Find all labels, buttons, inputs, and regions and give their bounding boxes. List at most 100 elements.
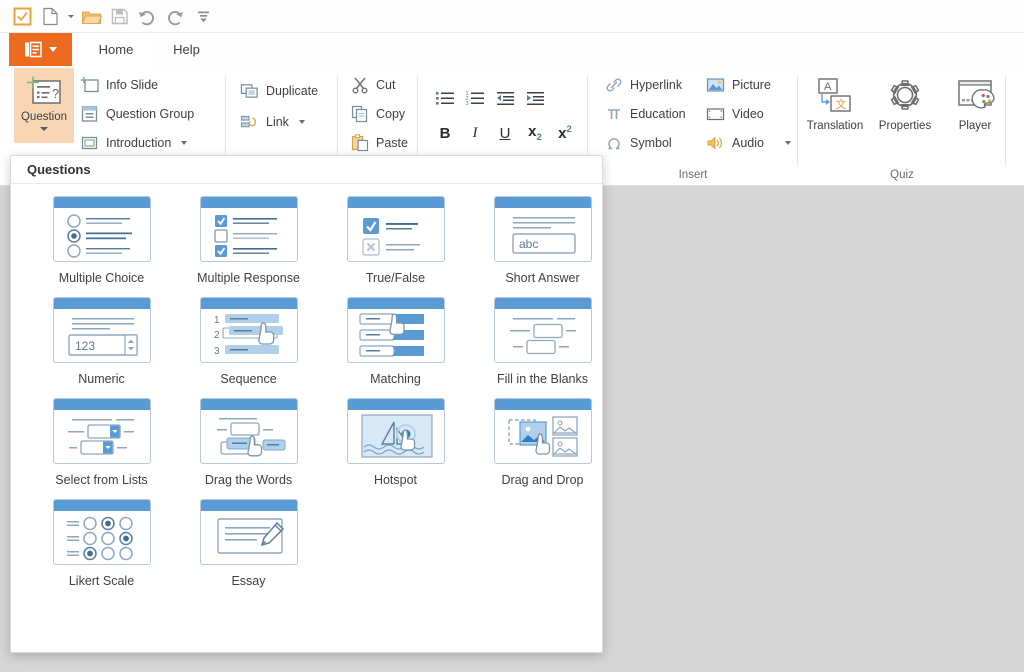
- new-document-dropdown-caret[interactable]: [65, 3, 76, 29]
- link-menu-item[interactable]: Link: [240, 109, 305, 135]
- italic-button[interactable]: I: [460, 119, 490, 147]
- decrease-indent-icon[interactable]: [490, 84, 520, 112]
- quiz-group-title: Quiz: [798, 169, 1006, 181]
- hyperlink-menu-item[interactable]: Hyperlink: [604, 72, 682, 98]
- question-type-essay[interactable]: Essay: [175, 499, 322, 588]
- copy-menu-item[interactable]: Copy: [350, 101, 405, 127]
- question-type-label: Hotspot: [374, 473, 417, 487]
- audio-icon: [706, 134, 725, 153]
- question-button-label: Question: [21, 111, 67, 123]
- quick-access-toolbar: [0, 0, 1024, 33]
- increase-indent-icon[interactable]: [520, 84, 550, 112]
- ribbon-group-insert: Hyperlink Education Symbol: [588, 66, 798, 186]
- questions-flyout-header: Questions: [11, 156, 602, 184]
- numeric-field-text: 123: [75, 339, 95, 353]
- question-type-short-answer[interactable]: abc Short Answer: [469, 196, 616, 285]
- checkbox-app-icon[interactable]: [9, 3, 35, 29]
- question-type-drag-the-words[interactable]: Drag the Words: [175, 398, 322, 487]
- questions-flyout-title: Questions: [27, 162, 91, 177]
- svg-text:文: 文: [836, 97, 847, 111]
- copy-label: Copy: [376, 107, 405, 121]
- numeric-thumb: 123: [53, 297, 151, 363]
- info-slide-menu-item[interactable]: Info Slide: [80, 72, 158, 98]
- subscript-digit: 2: [537, 132, 542, 143]
- select-from-lists-thumb: [53, 398, 151, 464]
- drag-and-drop-thumb: [494, 398, 592, 464]
- hotspot-thumb: [347, 398, 445, 464]
- group-separator: [1005, 76, 1006, 166]
- introduction-caret-icon: [181, 141, 187, 145]
- open-folder-icon[interactable]: [78, 3, 104, 29]
- link-label: Link: [266, 115, 289, 129]
- question-type-select-from-lists[interactable]: Select from Lists: [28, 398, 175, 487]
- cut-menu-item[interactable]: Cut: [350, 72, 395, 98]
- redo-icon[interactable]: [162, 3, 188, 29]
- symbol-menu-item[interactable]: Symbol: [604, 130, 672, 156]
- question-type-label: Fill in the Blanks: [497, 372, 588, 386]
- question-type-numeric[interactable]: 123 Numeric: [28, 297, 175, 386]
- player-label: Player: [959, 120, 992, 132]
- likert-scale-thumb: [53, 499, 151, 565]
- question-type-drag-and-drop[interactable]: Drag and Drop: [469, 398, 616, 487]
- question-type-likert-scale[interactable]: Likert Scale: [28, 499, 175, 588]
- question-group-menu-item[interactable]: Question Group: [80, 101, 194, 127]
- bulleted-list-icon[interactable]: [430, 84, 460, 112]
- underline-button[interactable]: U: [490, 119, 520, 147]
- copy-icon: [350, 105, 369, 124]
- properties-button[interactable]: Properties: [874, 76, 936, 132]
- new-document-icon[interactable]: [37, 3, 63, 29]
- picture-menu-item[interactable]: Picture: [706, 72, 771, 98]
- question-type-true-false[interactable]: True/False: [322, 196, 469, 285]
- question-type-multiple-response[interactable]: Multiple Response: [175, 196, 322, 285]
- question-type-matching[interactable]: Matching: [322, 297, 469, 386]
- text-format-row: B I U x2 x2: [430, 119, 580, 147]
- ribbon-group-quiz: A 文 Translation: [798, 66, 1006, 186]
- question-button-caret-icon: [40, 127, 48, 131]
- question-type-label: Likert Scale: [69, 574, 134, 588]
- education-menu-item[interactable]: Education: [604, 101, 686, 127]
- question-type-sequence[interactable]: 1 2 3 Sequence: [175, 297, 322, 386]
- file-menu-caret-icon: [49, 47, 57, 52]
- info-slide-icon: [80, 76, 99, 95]
- question-type-fill-in-the-blanks[interactable]: Fill in the Blanks: [469, 297, 616, 386]
- link-icon: [240, 113, 259, 132]
- question-type-label: Multiple Choice: [59, 271, 144, 285]
- education-label: Education: [630, 107, 686, 121]
- file-menu-button[interactable]: [9, 33, 72, 66]
- question-type-label: Essay: [231, 574, 265, 588]
- bold-button[interactable]: B: [430, 119, 460, 147]
- tab-home[interactable]: Home: [82, 33, 150, 66]
- introduction-icon: [80, 134, 99, 153]
- short-answer-thumb: abc: [494, 196, 592, 262]
- duplicate-menu-item[interactable]: Duplicate: [240, 78, 318, 104]
- player-button[interactable]: Player: [944, 76, 1006, 132]
- sequence-thumb: 1 2 3: [200, 297, 298, 363]
- scissors-icon: [350, 76, 369, 95]
- question-type-hotspot[interactable]: Hotspot: [322, 398, 469, 487]
- superscript-button[interactable]: x2: [550, 119, 580, 147]
- introduction-menu-item[interactable]: Introduction: [80, 130, 187, 156]
- save-icon[interactable]: [106, 3, 132, 29]
- audio-menu-item[interactable]: Audio: [706, 130, 791, 156]
- application-window: Home Help ?: [0, 0, 1024, 672]
- paste-menu-item[interactable]: Paste: [350, 130, 408, 156]
- video-menu-item[interactable]: Video: [706, 101, 764, 127]
- question-type-multiple-choice[interactable]: Multiple Choice: [28, 196, 175, 285]
- undo-icon[interactable]: [134, 3, 160, 29]
- tab-help[interactable]: Help: [155, 33, 218, 66]
- paste-label: Paste: [376, 136, 408, 150]
- list-format-row: 1 2 3: [430, 84, 550, 112]
- svg-text:A: A: [824, 81, 832, 93]
- audio-caret-icon: [785, 141, 791, 145]
- matching-thumb: [347, 297, 445, 363]
- insert-group-title: Insert: [588, 169, 798, 181]
- numbered-list-icon[interactable]: 1 2 3: [460, 84, 490, 112]
- translation-button[interactable]: A 文 Translation: [804, 76, 866, 132]
- subscript-button[interactable]: x2: [520, 119, 550, 147]
- multiple-response-thumb: [200, 196, 298, 262]
- customize-toolbar-icon[interactable]: [190, 3, 216, 29]
- essay-thumb: [200, 499, 298, 565]
- omega-symbol-icon: [604, 134, 623, 153]
- drag-the-words-thumb: [200, 398, 298, 464]
- question-button[interactable]: ? Question: [14, 68, 74, 143]
